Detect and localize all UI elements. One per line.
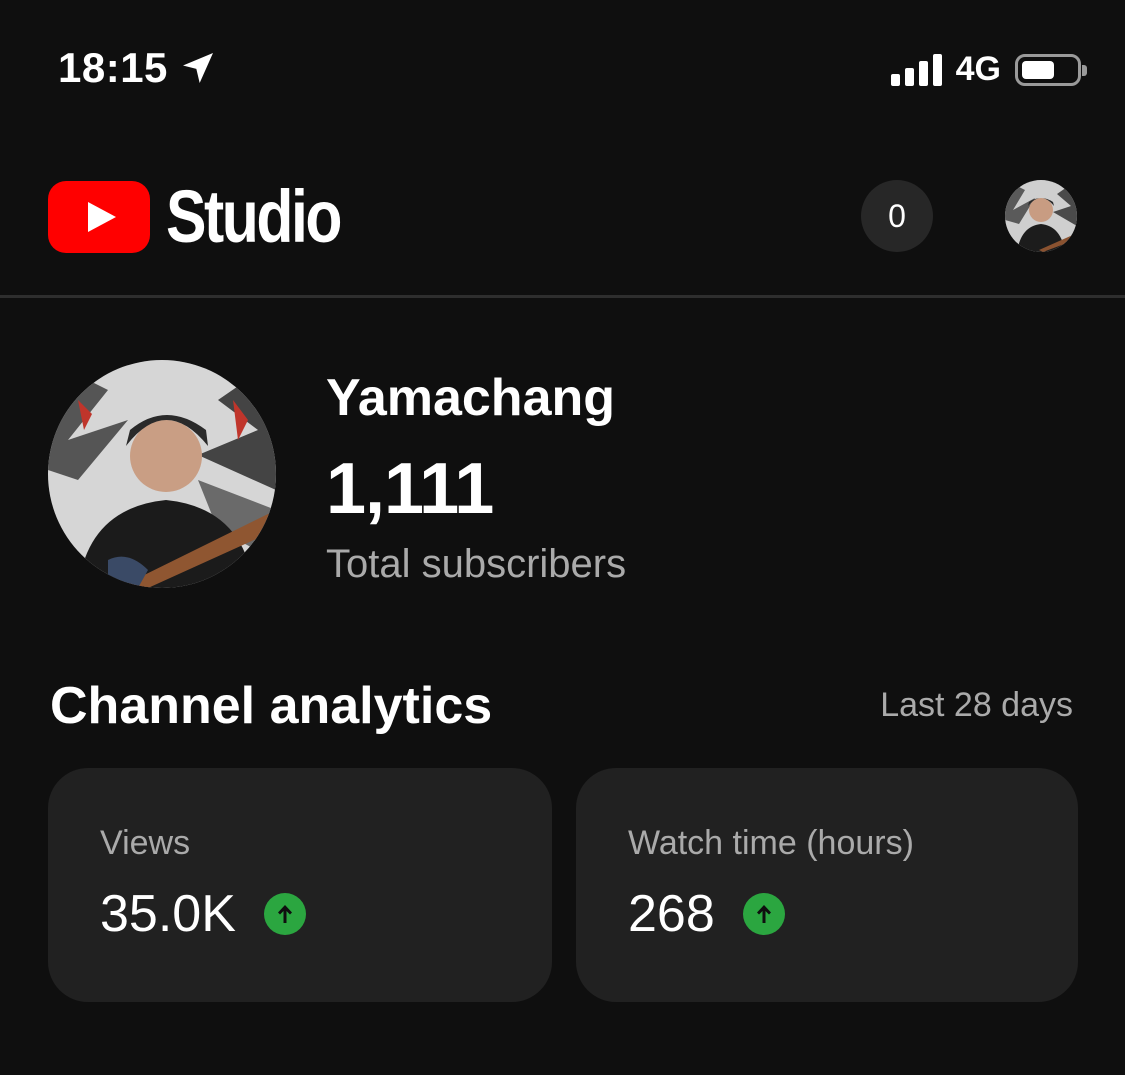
card-value-row: 268 — [628, 884, 785, 944]
avatar-image-icon — [1005, 180, 1077, 252]
card-label: Watch time (hours) — [628, 824, 914, 862]
status-indicators: 4G — [890, 50, 1087, 89]
arrow-up-icon — [263, 893, 306, 935]
signal-bars-icon — [890, 53, 942, 86]
card-value: 35.0K — [100, 885, 236, 943]
card-value-row: 35.0K — [100, 884, 306, 944]
channel-name: Yamachang — [326, 369, 616, 427]
account-avatar[interactable] — [1005, 180, 1077, 252]
card-value: 268 — [628, 885, 715, 943]
analytics-range: Last 28 days — [880, 686, 1073, 724]
app-header: Studio 0 — [0, 140, 1125, 298]
location-arrow-icon — [182, 53, 213, 83]
watch-time-card[interactable]: Watch time (hours) 268 — [576, 768, 1078, 1002]
screen: 18:15 4G Studio 0 Yamachang 1,111 Total … — [0, 0, 1125, 1075]
subscriber-label: Total subscribers — [326, 542, 627, 586]
arrow-up-icon — [742, 893, 785, 935]
youtube-play-icon — [48, 181, 150, 253]
notifications-count: 0 — [888, 197, 906, 234]
notifications-button[interactable]: 0 — [861, 180, 933, 252]
analytics-title: Channel analytics — [50, 677, 493, 735]
battery-icon — [1015, 53, 1087, 86]
channel-avatar-image-icon — [48, 360, 276, 588]
channel-avatar[interactable] — [48, 360, 276, 588]
status-bar: 18:15 4G — [0, 0, 1125, 140]
views-card[interactable]: Views 35.0K — [48, 768, 552, 1002]
channel-summary: Yamachang 1,111 Total subscribers — [0, 300, 1125, 640]
logo-text: Studio — [166, 175, 342, 258]
card-label: Views — [100, 824, 191, 862]
studio-logo[interactable]: Studio — [48, 180, 378, 254]
network-type: 4G — [955, 50, 1001, 88]
status-time-text: 18:15 — [58, 44, 168, 91]
subscriber-count: 1,111 — [326, 449, 494, 529]
status-time: 18:15 — [58, 44, 218, 92]
